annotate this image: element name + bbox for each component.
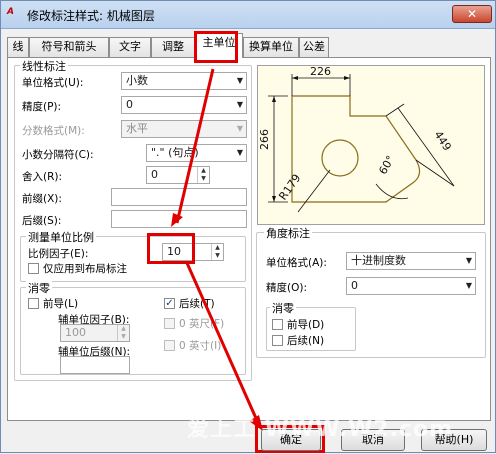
annotation-arrows xyxy=(171,68,263,431)
arrowhead-icon xyxy=(171,213,183,227)
arrow-tab-to-scale xyxy=(175,68,215,224)
dimension-style-dialog: A 修改标注样式: 机械图层 ✕ 线 符号和箭头 文字 调整 主单位 换算单位 … xyxy=(0,0,496,453)
arrow-scale-to-ok xyxy=(185,262,261,426)
tab-highlight-box xyxy=(194,31,238,63)
watermark: 爱上工 WWW.W2.com xyxy=(187,417,454,442)
